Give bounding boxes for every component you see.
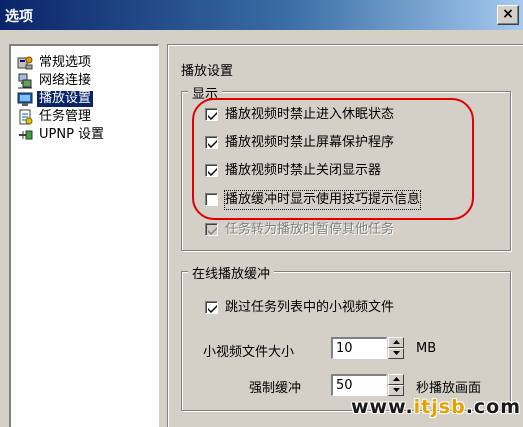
- section-title: 播放设置: [181, 64, 234, 79]
- tree-item-label: 任务管理: [39, 109, 92, 124]
- spin-up-button[interactable]: [388, 337, 404, 348]
- small-file-size-unit: MB: [416, 341, 437, 356]
- task-management-icon: [17, 109, 33, 125]
- playback-settings-icon: [17, 91, 33, 107]
- watermark-prefix: www.: [351, 396, 414, 418]
- network-connection-icon: [17, 73, 33, 89]
- skip-small-videos-checkbox[interactable]: [205, 301, 218, 314]
- tree-item-label: UPNP 设置: [39, 127, 105, 142]
- force-buffer-label: 强制缓冲: [249, 381, 302, 396]
- small-file-size-spinner[interactable]: [388, 337, 404, 359]
- force-buffer-spinner[interactable]: [388, 374, 404, 396]
- general-options-icon: [17, 55, 33, 71]
- force-buffer-unit: 秒播放画面: [416, 381, 482, 396]
- watermark-accent: itjsb: [413, 396, 466, 418]
- small-file-size-label: 小视频文件大小: [203, 345, 295, 360]
- site-watermark: www.itjsb.com: [351, 396, 521, 418]
- spin-down-button[interactable]: [388, 385, 404, 396]
- upnp-settings-icon: [17, 127, 33, 143]
- skip-small-videos-label: 跳过任务列表中的小视频文件: [225, 300, 395, 315]
- title-bar: 选项 ×: [0, 0, 523, 30]
- force-buffer-input[interactable]: [331, 374, 387, 396]
- pause-other-tasks-label: 任务转为播放时暂停其他任务: [225, 222, 395, 237]
- arrow-down-icon: [393, 388, 400, 392]
- red-highlight-annotation: [192, 98, 474, 220]
- spin-up-button[interactable]: [388, 374, 404, 385]
- pause-other-tasks-checkbox: [205, 223, 218, 236]
- options-tree: 常规选项 网络连接 播放设置 任务管理 UPNP 设置: [9, 44, 159, 427]
- tree-item-label: 网络连接: [39, 73, 92, 88]
- spin-down-button[interactable]: [388, 348, 404, 359]
- tree-item-label: 常规选项: [39, 55, 92, 70]
- arrow-down-icon: [393, 351, 400, 355]
- window-title: 选项: [5, 9, 33, 25]
- small-file-size-input[interactable]: [331, 337, 387, 359]
- close-button[interactable]: ×: [497, 5, 519, 25]
- arrow-up-icon: [393, 377, 400, 381]
- tree-item-label: 播放设置: [37, 91, 94, 107]
- buffer-group-legend: 在线播放缓冲: [188, 263, 275, 282]
- arrow-up-icon: [393, 340, 400, 344]
- watermark-suffix: .com: [465, 396, 522, 418]
